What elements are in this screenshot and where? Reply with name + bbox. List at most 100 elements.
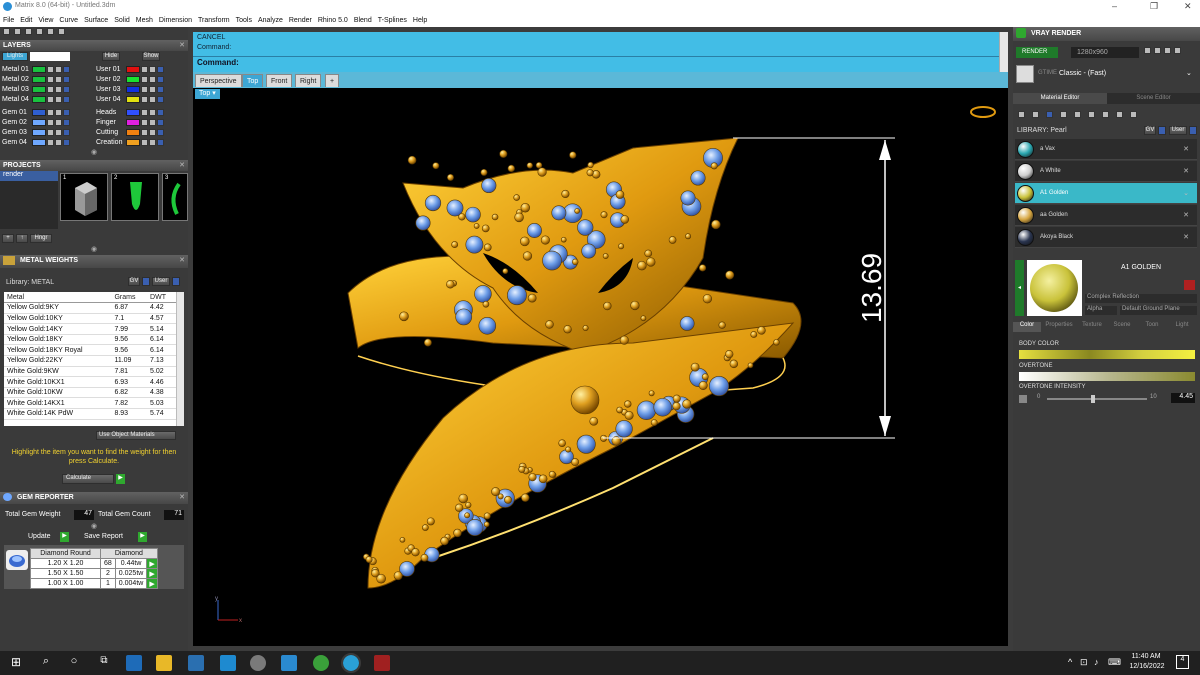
visibility-icon[interactable] (149, 65, 156, 73)
layer-row[interactable]: Gem 04 (2, 137, 70, 147)
lock-icon[interactable] (141, 108, 148, 116)
lights-button[interactable]: Lights (2, 52, 28, 61)
render-tool-icon-2[interactable] (1154, 47, 1161, 54)
tab-light[interactable]: Light (1167, 322, 1197, 332)
ring-model[interactable]: 13.69 y x (193, 88, 1008, 646)
vray-app-icon[interactable] (374, 655, 390, 671)
close-icon[interactable]: ✕ (179, 492, 185, 503)
select-icon[interactable] (157, 108, 164, 116)
plus-icon[interactable] (1088, 110, 1095, 118)
layer-row[interactable]: Gem 02 (2, 117, 70, 127)
info-icon[interactable] (172, 277, 180, 286)
remove-icon[interactable]: ✕ (1183, 167, 1189, 175)
project-thumb-1[interactable]: 1 (60, 173, 108, 221)
close-icon[interactable]: ✕ (179, 255, 185, 266)
menu-render[interactable]: Render (289, 17, 312, 24)
toolbar-icon-1[interactable] (3, 28, 10, 35)
engine-select[interactable]: Classic - (Fast) (1059, 70, 1106, 77)
gv-button[interactable]: GV (1144, 126, 1156, 135)
remove-icon[interactable]: ✕ (1183, 145, 1189, 153)
visibility-icon[interactable] (55, 75, 62, 83)
toolbar-icon-3[interactable] (25, 28, 32, 35)
lock-icon[interactable] (47, 138, 54, 146)
row-action[interactable]: ▶ (146, 558, 158, 569)
layer-row[interactable]: User 03 (96, 84, 164, 94)
tab-color[interactable]: Color (1013, 322, 1041, 332)
photos-icon[interactable] (281, 655, 297, 671)
tray-chevron-icon[interactable]: ^ (1068, 657, 1072, 667)
splitter-handle[interactable]: ◉ (0, 522, 188, 530)
lights-swatch[interactable] (30, 52, 70, 61)
calculate-go-icon[interactable]: ▶ (116, 474, 125, 484)
layer-row[interactable]: User 02 (96, 74, 164, 84)
layer-color-swatch[interactable] (32, 85, 46, 93)
metal-table-scrollbar[interactable] (176, 292, 184, 426)
visibility-icon[interactable] (149, 118, 156, 126)
remove-icon[interactable]: ✕ (1183, 211, 1189, 219)
menu-view[interactable]: View (38, 17, 53, 24)
edge-icon[interactable] (126, 655, 142, 671)
lock-icon[interactable] (47, 95, 54, 103)
user-button[interactable]: User (1169, 126, 1187, 135)
table-row[interactable]: White Gold:9KW 7.81 5.02 (4, 366, 176, 378)
menu-help[interactable]: Help (413, 17, 427, 24)
add-project-button[interactable]: + (2, 234, 14, 243)
app-icon-2[interactable] (313, 655, 329, 671)
select-icon[interactable] (157, 138, 164, 146)
table-row[interactable]: White Gold:14KX1 7.82 5.03 (4, 397, 176, 410)
col-grams[interactable]: Grams (111, 292, 148, 304)
toolbar-icon-2[interactable] (14, 28, 21, 35)
table-row[interactable]: White Gold:10KX1 6.93 4.46 (4, 376, 176, 388)
close-button[interactable]: ✕ (1184, 1, 1192, 12)
render-tool-icon-3[interactable] (1164, 47, 1171, 54)
layer-color-swatch[interactable] (126, 118, 140, 126)
user-button[interactable]: User (152, 277, 170, 286)
chevron-down-icon[interactable]: ⌄ (1186, 69, 1192, 77)
tab-add[interactable]: + (325, 74, 340, 87)
body-color-slider[interactable] (1019, 350, 1195, 359)
table-row[interactable]: Yellow Gold:22KY 11.09 7.13 (4, 355, 176, 367)
visibility-icon[interactable] (55, 118, 62, 126)
tab-top[interactable]: Top (242, 74, 264, 87)
pattern-icon[interactable] (1074, 110, 1081, 118)
info-icon[interactable] (1158, 126, 1166, 135)
toolbar-icon-6[interactable] (58, 28, 65, 35)
select-icon[interactable] (157, 95, 164, 103)
layer-color-swatch[interactable] (32, 75, 46, 83)
language-icon[interactable]: ⌨ (1108, 657, 1121, 668)
matrix-app-icon[interactable] (341, 653, 361, 673)
table-row[interactable]: White Gold:14K PdW 8.93 5.74 (4, 408, 176, 420)
lock-icon[interactable] (141, 128, 148, 136)
table-row[interactable]: Yellow Gold:9KY 6.87 4.42 (4, 302, 176, 314)
visibility-icon[interactable] (149, 128, 156, 136)
intensity-track[interactable] (1047, 398, 1147, 400)
update-go-icon[interactable]: ▶ (60, 532, 69, 542)
table-row[interactable]: Yellow Gold:10KY 7.1 4.57 (4, 313, 176, 325)
clock-date[interactable]: 12/16/2022 (1128, 663, 1166, 670)
layer-row[interactable]: Gem 03 (2, 127, 70, 137)
alpha-select[interactable]: Alpha (1085, 306, 1117, 315)
select-icon[interactable] (63, 65, 70, 73)
layer-color-swatch[interactable] (126, 85, 140, 93)
tab-scene-editor[interactable]: Scene Editor (1107, 93, 1200, 104)
grid-icon[interactable] (1060, 110, 1067, 118)
splitter-handle[interactable]: ◉ (0, 245, 188, 253)
toolbar-icon-4[interactable] (36, 28, 43, 35)
search-icon[interactable]: ⌕ (38, 655, 54, 671)
minus-icon[interactable] (1102, 110, 1109, 118)
info-icon[interactable] (1189, 126, 1197, 135)
render-tool-icon-4[interactable] (1174, 47, 1181, 54)
select-icon[interactable] (157, 65, 164, 73)
lock-icon[interactable] (47, 118, 54, 126)
tab-scene[interactable]: Scene (1107, 322, 1137, 332)
resolution-field[interactable]: 1280x960 (1071, 47, 1139, 58)
layer-row[interactable]: Gem 01 (2, 107, 70, 117)
layer-color-swatch[interactable] (126, 95, 140, 103)
layer-color-swatch[interactable] (32, 128, 46, 136)
tab-toon[interactable]: Toon (1137, 322, 1167, 332)
select-icon[interactable] (63, 85, 70, 93)
lock-icon[interactable] (141, 138, 148, 146)
visibility-icon[interactable] (55, 128, 62, 136)
select-icon[interactable] (63, 108, 70, 116)
show-button[interactable]: Show (142, 52, 160, 61)
